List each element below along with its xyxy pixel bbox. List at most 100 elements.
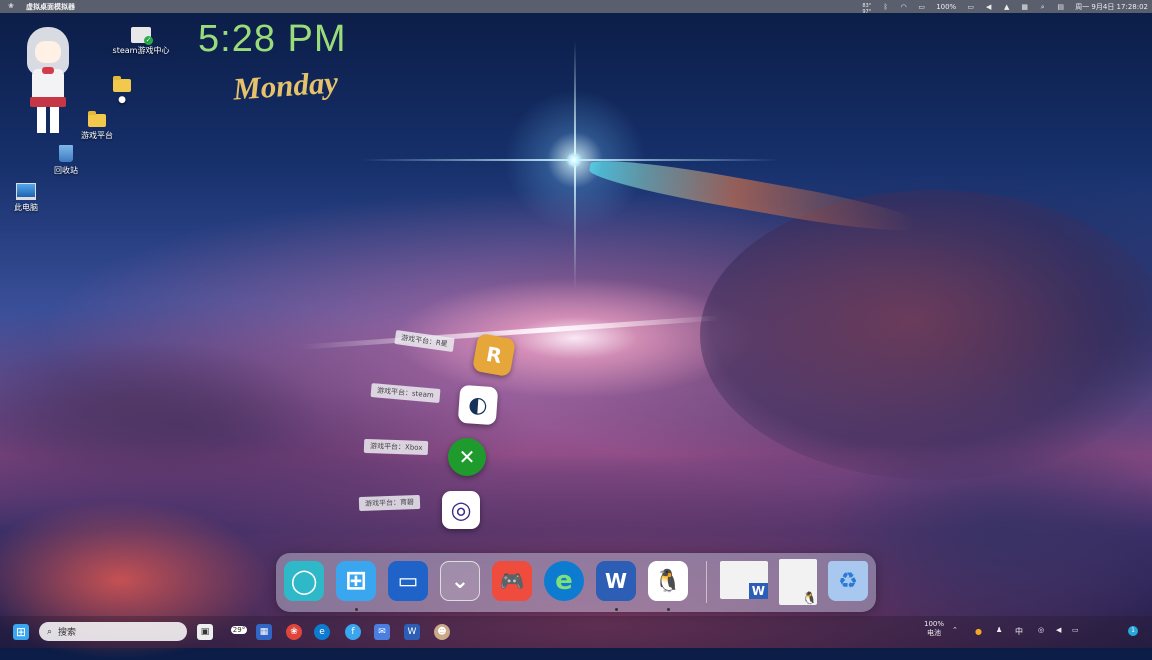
desktop-icon-game-platform[interactable]: 游戏平台 [74,111,120,141]
app-title[interactable]: 虚拟桌面模拟器 [26,2,75,12]
steam-launcher-button[interactable]: ◐ [457,384,499,426]
anime-character-widget[interactable] [23,25,73,135]
folder-icon [113,76,131,92]
store-app-icon[interactable]: ▦ [256,624,272,640]
weather-status[interactable]: 83° 97° [862,3,871,15]
tray-network-icon[interactable]: ◎ [1038,626,1044,634]
wifi-icon[interactable]: ◠ [900,3,907,11]
windows-logo-icon: ⊞ [345,566,367,596]
dock-start-button[interactable]: ⊞ [336,561,376,601]
dock-game-center-button[interactable]: 🎮 [492,561,532,601]
desktop-icon-folder-small[interactable]: ● [112,76,132,105]
weather-low-text: 97° [862,8,872,15]
control-center-icon[interactable]: ▦ [1021,3,1028,11]
rockstar-launcher-button[interactable]: R [471,332,517,378]
notification-icon[interactable]: ▤ [1057,3,1064,11]
character-skirt [30,97,66,107]
dock-circle-app-button[interactable]: ◯ [284,561,324,601]
search-icon: ⌕ [47,626,53,637]
weather-badge: 29° [230,626,248,634]
mail-taskbar-icon[interactable]: ✉ [374,624,390,640]
gamepad-icon: 🎮 [499,569,525,593]
dock-word-button[interactable]: W [596,561,636,601]
bright-star [566,152,582,168]
rockstar-icon: R [484,341,504,369]
word-icon: W [748,583,768,599]
printer-check-icon [131,27,153,45]
browser-taskbar-icon[interactable]: f [345,624,361,640]
menubar-datetime[interactable]: 周一 9月4日 17:28:02 [1075,3,1148,11]
bluetooth-icon[interactable]: ᛒ [882,3,889,11]
dock-qq-window-preview[interactable]: 🐧 [779,559,817,605]
word-icon: W [604,569,628,593]
desktop-icon-this-pc[interactable]: 此电脑 [8,183,44,213]
xbox-launcher-button[interactable]: ✕ [448,438,486,476]
drop-icon: ● [118,95,126,105]
airdrop-icon[interactable]: ▲ [1003,3,1010,11]
wallpaper-cloud [0,340,320,480]
tray-battery-icon[interactable]: ▭ [1072,626,1079,634]
desktop-icon-label: 此电脑 [14,203,38,212]
start-windows-icon[interactable]: ⊞ [13,624,29,640]
tray-notification-badge[interactable]: 1 [1128,626,1138,636]
tray-ime-indicator[interactable]: 中 [1015,626,1023,637]
edge-icon: e [555,566,573,596]
desktop-icon-label: 游戏平台 [81,131,113,140]
volume-icon[interactable]: ◀ [985,3,992,11]
recycle-icon: ♻ [838,568,858,594]
desktop-icon-label: 回收站 [54,166,78,175]
launcher-label-xbox: 游戏平台：Xbox [363,438,429,456]
top-menubar: ❀ 虚拟桌面模拟器 83° 97° ᛒ ◠ ▭ 100% ▭ ◀ ▲ ▦ ⌕ ▤… [0,0,1152,15]
flower-app-icon[interactable]: ❀ [286,624,302,640]
dock-desktop-button[interactable]: ▭ [388,561,428,601]
dock-separator [706,561,707,603]
clock-day: Monday [231,64,340,107]
dock-edge-button[interactable]: e [544,561,584,601]
ubisoft-icon: ◎ [450,496,472,524]
ubisoft-launcher-button[interactable]: ◎ [442,491,480,529]
dock-running-indicator [667,608,670,611]
steam-icon: ◐ [467,391,489,419]
launcher-label-rockstar: 游戏平台：R星 [394,329,455,353]
tray-battery[interactable]: 100% 电池 [924,620,944,638]
qq-penguin-icon: 🐧 [654,568,682,594]
tray-battery-percent: 100% [924,620,945,628]
monitor-icon [16,183,36,200]
tray-battery-label: 电池 [927,629,941,637]
dock-recycle-bin-button[interactable]: ♻ [828,561,868,601]
edge-taskbar-icon[interactable]: e [314,624,330,640]
display-icon[interactable]: ▭ [918,3,925,11]
clock-time: 5:28 PM [198,18,347,60]
folder-icon [88,111,106,127]
character-legs [37,107,59,133]
tray-volume-icon[interactable]: ◀ [1056,626,1061,634]
spotlight-search-icon[interactable]: ⌕ [1039,3,1046,11]
app-dock: ◯ ⊞ ▭ ⌄ 🎮 e W 🐧 W 🐧 ♻ [276,553,876,612]
battery-icon[interactable]: ▭ [967,3,974,11]
battery-text: 100% [936,2,957,11]
menubar-status-area: 83° 97° ᛒ ◠ ▭ 100% ▭ ◀ ▲ ▦ ⌕ ▤ 周一 9月4日 1… [862,0,1148,15]
weather-widget-icon[interactable]: 29° [228,622,250,638]
chevron-down-icon: ⌄ [450,568,470,594]
circle-app-icon: ◯ [290,567,318,595]
character-bow [42,67,54,74]
tray-chevron-up-icon[interactable]: ⌃ [952,626,958,634]
tray-app-icon[interactable]: ♟ [996,626,1002,634]
dock-word-window-preview[interactable]: W [720,561,768,599]
dock-qq-button[interactable]: 🐧 [648,561,688,601]
desktop-icon-label: steam游戏中心 [112,46,170,55]
launcher-label-ubisoft: 游戏平台：育碧 [358,494,421,512]
task-view-icon[interactable]: ▣ [197,624,213,640]
taskbar-search-box[interactable]: ⌕ 搜索 [39,622,187,641]
photo-taskbar-icon[interactable]: ☻ [434,624,450,640]
tray-status-dot-icon[interactable]: ● [975,627,982,636]
dock-chevron-button[interactable]: ⌄ [440,561,480,601]
dock-running-indicator [615,608,618,611]
recycle-bin-icon [59,145,73,162]
xbox-icon: ✕ [458,445,476,469]
desktop-icon-recycle-bin[interactable]: 回收站 [48,145,84,176]
huawei-logo-icon[interactable]: ❀ [8,3,20,10]
desktop-icon-steam-center[interactable]: steam游戏中心 [112,27,170,56]
word-taskbar-icon[interactable]: W [404,624,420,640]
dock-running-indicator [355,608,358,611]
